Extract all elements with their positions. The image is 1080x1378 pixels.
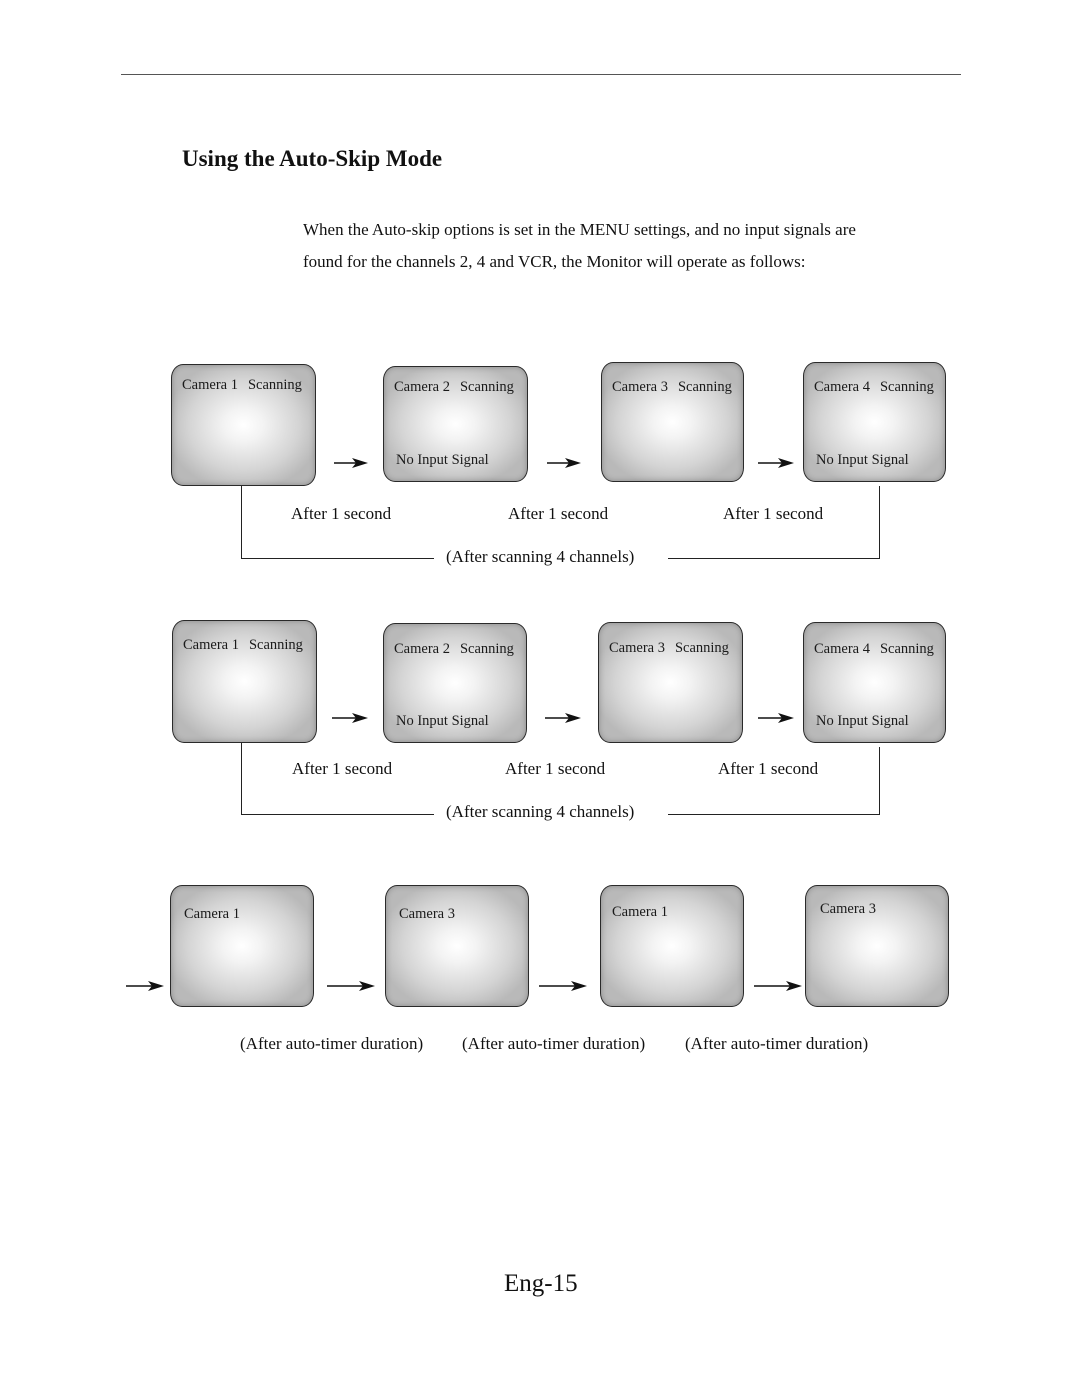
status-label: Scanning bbox=[248, 637, 303, 653]
camera-label: Camera 1 bbox=[183, 637, 239, 653]
right-arrow-icon bbox=[332, 712, 368, 724]
intro-line-1: When the Auto-skip options is set in the… bbox=[303, 220, 856, 239]
loop-connector-left bbox=[241, 743, 242, 815]
camera-label: Camera 3 bbox=[820, 901, 876, 917]
monitor-camera-2: Camera 2 Scanning No Input Signal bbox=[383, 366, 528, 482]
monitor-camera-1: Camera 1 bbox=[170, 885, 314, 1007]
camera-label: Camera 3 bbox=[399, 906, 455, 922]
step-label: After 1 second bbox=[723, 504, 824, 523]
camera-label: Camera 1 bbox=[612, 904, 668, 920]
right-arrow-icon bbox=[547, 457, 581, 469]
camera-label: Camera 4 bbox=[814, 379, 870, 395]
status-label: Scanning bbox=[879, 379, 934, 395]
intro-line-2: found for the channels 2, 4 and VCR, the… bbox=[303, 252, 806, 271]
monitor-camera-3: Camera 3 Scanning bbox=[601, 362, 744, 482]
monitor-camera-3: Camera 3 bbox=[805, 885, 949, 1007]
right-arrow-icon bbox=[754, 980, 802, 992]
loop-connector-bottom-left bbox=[241, 558, 434, 559]
loop-connector-left bbox=[241, 486, 242, 559]
no-input-signal-label: No Input Signal bbox=[816, 452, 909, 468]
section-title: Using the Auto-Skip Mode bbox=[182, 146, 443, 171]
status-label: Scanning bbox=[674, 640, 729, 656]
loop-connector-bottom-left bbox=[241, 814, 434, 815]
monitor-camera-1: Camera 1 Scanning bbox=[172, 620, 317, 743]
no-input-signal-label: No Input Signal bbox=[396, 452, 489, 468]
loop-connector-right bbox=[879, 747, 880, 815]
camera-label: Camera 2 bbox=[394, 641, 450, 657]
camera-label: Camera 3 bbox=[609, 640, 665, 656]
step-label: (After auto-timer duration) bbox=[462, 1034, 646, 1053]
status-label: Scanning bbox=[459, 641, 514, 657]
step-label: (After auto-timer duration) bbox=[685, 1034, 869, 1053]
step-label: After 1 second bbox=[508, 504, 609, 523]
monitor-camera-2: Camera 2 Scanning No Input Signal bbox=[383, 623, 527, 743]
monitor-camera-1: Camera 1 bbox=[600, 885, 744, 1007]
camera-label: Camera 4 bbox=[814, 641, 870, 657]
right-arrow-icon bbox=[126, 980, 164, 992]
no-input-signal-label: No Input Signal bbox=[816, 713, 909, 729]
intro-paragraph: When the Auto-skip options is set in the… bbox=[303, 214, 963, 278]
step-label: (After auto-timer duration) bbox=[240, 1034, 424, 1053]
right-arrow-icon bbox=[758, 712, 794, 724]
step-label: After 1 second bbox=[718, 759, 819, 778]
status-label: Scanning bbox=[879, 641, 934, 657]
monitor-camera-3: Camera 3 bbox=[385, 885, 529, 1007]
monitor-camera-3: Camera 3 Scanning bbox=[598, 622, 743, 743]
status-label: Scanning bbox=[247, 377, 302, 393]
loop-label: (After scanning 4 channels) bbox=[446, 547, 635, 566]
loop-connector-bottom-right bbox=[668, 558, 880, 559]
right-arrow-icon bbox=[545, 712, 581, 724]
monitor-camera-4: Camera 4 Scanning No Input Signal bbox=[803, 362, 946, 482]
page-number: Eng-15 bbox=[504, 1270, 578, 1297]
camera-label: Camera 1 bbox=[184, 906, 240, 922]
status-label: Scanning bbox=[677, 379, 732, 395]
status-label: Scanning bbox=[459, 379, 514, 395]
loop-label: (After scanning 4 channels) bbox=[446, 802, 635, 821]
right-arrow-icon bbox=[539, 980, 587, 992]
header-rule bbox=[121, 74, 961, 75]
monitor-camera-4: Camera 4 Scanning No Input Signal bbox=[803, 622, 946, 743]
no-input-signal-label: No Input Signal bbox=[396, 713, 489, 729]
camera-label: Camera 2 bbox=[394, 379, 450, 395]
right-arrow-icon bbox=[758, 457, 794, 469]
camera-label: Camera 3 bbox=[612, 379, 668, 395]
step-label: After 1 second bbox=[292, 759, 393, 778]
loop-connector-right bbox=[879, 486, 880, 559]
monitor-camera-1: Camera 1 Scanning bbox=[171, 364, 316, 486]
right-arrow-icon bbox=[334, 457, 368, 469]
step-label: After 1 second bbox=[291, 504, 392, 523]
loop-connector-bottom-right bbox=[668, 814, 880, 815]
camera-label: Camera 1 bbox=[182, 377, 238, 393]
right-arrow-icon bbox=[327, 980, 375, 992]
step-label: After 1 second bbox=[505, 759, 606, 778]
